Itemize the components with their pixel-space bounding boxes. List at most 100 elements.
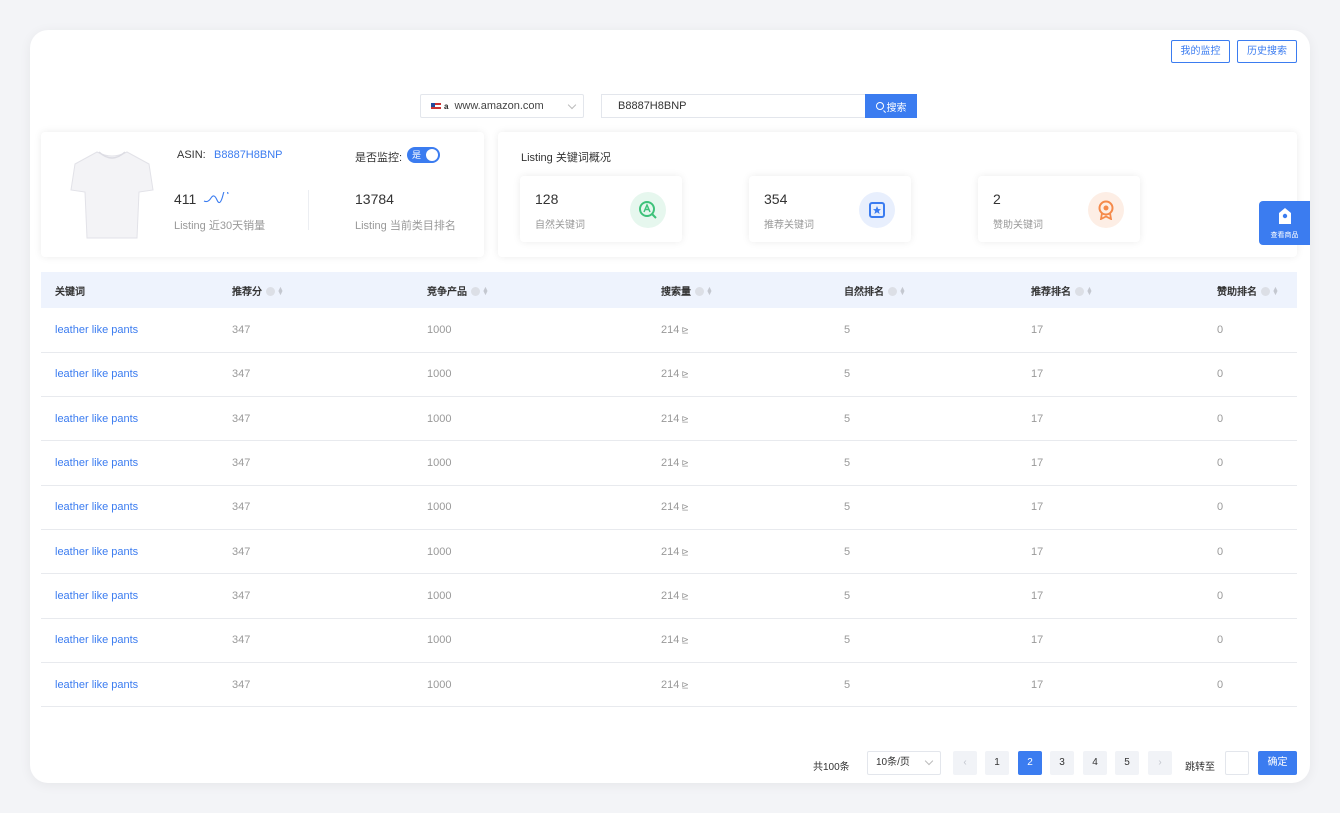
natural-keyword-card[interactable]: 128 自然关键词 [520, 176, 682, 242]
cell-recommend-rank: 17 [1031, 412, 1044, 425]
sponsored-keyword-value: 2 [993, 191, 1001, 207]
chart-trend-icon[interactable]: ⊵ [681, 591, 689, 601]
sponsored-keyword-label: 赞助关键词 [993, 220, 1043, 231]
search-volume-value: 214 [661, 412, 680, 425]
table-row: leather like pants 347 1000 214 ⊵ 5 17 0 [41, 397, 1297, 441]
search-volume-value: 214 [661, 589, 680, 602]
next-page-button[interactable]: › [1148, 751, 1172, 775]
prev-page-button[interactable]: ‹ [953, 751, 977, 775]
search-volume-value: 214 [661, 368, 680, 381]
cell-sponsored-rank: 0 [1217, 323, 1224, 336]
table-body: leather like pants 347 1000 214 ⊵ 5 17 0 leather… [41, 308, 1297, 707]
chart-trend-icon[interactable]: ⊵ [681, 414, 689, 424]
cell-competing-products: 1000 [427, 323, 452, 336]
search-input[interactable]: B8887H8BNP [601, 94, 867, 118]
cell-keyword[interactable]: leather like pants [41, 308, 218, 352]
asin-link[interactable]: B8887H8BNP [214, 149, 283, 161]
pagination-total: 共100条 [813, 762, 850, 773]
cell-recommend-score: 347 [232, 678, 251, 691]
sort-icon[interactable]: ▲ ▼ [899, 286, 906, 297]
sort-icon[interactable]: ▲ ▼ [1272, 286, 1279, 297]
cell-recommend-score: 347 [232, 412, 251, 425]
sales-label: Listing 近30天销量 [174, 220, 266, 232]
sort-icon[interactable]: ▲ ▼ [482, 286, 489, 297]
search-volume-value: 214 [661, 323, 680, 336]
amazon-logo-icon: a [444, 101, 449, 111]
cell-natural-rank: 5 [844, 501, 851, 514]
jump-page-input[interactable] [1225, 751, 1249, 775]
table-row: leather like pants 347 1000 214 ⊵ 5 17 0 [41, 441, 1297, 486]
page-size-select[interactable]: 10条/页 [867, 751, 941, 775]
column-natural-rank[interactable]: 自然排名 ▲ ▼ [830, 272, 1017, 308]
cell-recommend-rank: 17 [1031, 457, 1044, 470]
confirm-button[interactable]: 确定 [1258, 751, 1297, 775]
page-button-1[interactable]: 1 [985, 751, 1009, 775]
view-product-button[interactable]: 查看商品 [1259, 201, 1310, 245]
cell-sponsored-rank: 0 [1217, 545, 1224, 558]
chart-trend-icon[interactable]: ⊵ [681, 325, 689, 335]
cell-recommend-score: 347 [232, 457, 251, 470]
sales-trend-icon[interactable] [203, 192, 229, 204]
help-icon[interactable] [266, 287, 275, 297]
cell-search-volume: 214 ⊵ [647, 352, 830, 396]
recommended-keyword-card[interactable]: 354 推荐关键词 [749, 176, 911, 242]
help-icon[interactable] [1075, 287, 1084, 297]
chart-trend-icon[interactable]: ⊵ [681, 369, 689, 379]
sort-icon[interactable]: ▲ ▼ [1086, 286, 1093, 297]
cell-keyword[interactable]: leather like pants [41, 662, 218, 706]
cell-natural-rank: 5 [844, 368, 851, 381]
column-recommend-score[interactable]: 推荐分 ▲ ▼ [218, 272, 413, 308]
cell-natural-rank: 5 [844, 678, 851, 691]
column-recommend-rank[interactable]: 推荐排名 ▲ ▼ [1017, 272, 1203, 308]
search-button[interactable]: 搜索 [865, 94, 917, 118]
sales-value: 411 [174, 191, 197, 207]
cell-competing-products: 1000 [427, 412, 452, 425]
cell-keyword[interactable]: leather like pants [41, 441, 218, 485]
cell-keyword[interactable]: leather like pants [41, 485, 218, 529]
site-select-value: www.amazon.com [454, 100, 544, 112]
cell-sponsored-rank: 0 [1217, 412, 1224, 425]
column-sponsored-rank[interactable]: 赞助排名 ▲ ▼ [1203, 272, 1297, 308]
cell-search-volume: 214 ⊵ [647, 397, 830, 441]
chart-trend-icon[interactable]: ⊵ [681, 547, 689, 557]
cell-keyword[interactable]: leather like pants [41, 397, 218, 441]
page-button-2[interactable]: 2 [1018, 751, 1042, 775]
help-icon[interactable] [1261, 287, 1270, 297]
cell-natural-rank: 5 [844, 412, 851, 425]
search-volume-value: 214 [661, 634, 680, 647]
chart-trend-icon[interactable]: ⊵ [681, 502, 689, 512]
cell-recommend-rank: 17 [1031, 501, 1044, 514]
sort-icon[interactable]: ▲ ▼ [277, 286, 284, 297]
chart-trend-icon[interactable]: ⊵ [681, 635, 689, 645]
column-search-volume[interactable]: 搜索量 ▲ ▼ [647, 272, 830, 308]
help-icon[interactable] [695, 287, 704, 297]
page-button-4[interactable]: 4 [1083, 751, 1107, 775]
cell-recommend-rank: 17 [1031, 368, 1044, 381]
help-icon[interactable] [471, 287, 480, 297]
help-icon[interactable] [888, 287, 897, 297]
history-search-button[interactable]: 历史搜索 [1237, 40, 1297, 63]
product-tag-icon [1278, 208, 1291, 224]
site-select[interactable]: a www.amazon.com [420, 94, 584, 118]
cell-sponsored-rank: 0 [1217, 501, 1224, 514]
monitor-toggle[interactable]: 是 [407, 147, 440, 163]
my-monitor-button[interactable]: 我的监控 [1171, 40, 1230, 63]
column-competing-products[interactable]: 竞争产品 ▲ ▼ [413, 272, 647, 308]
sort-icon[interactable]: ▲ ▼ [706, 286, 713, 297]
cell-keyword[interactable]: leather like pants [41, 574, 218, 618]
cell-search-volume: 214 ⊵ [647, 441, 830, 485]
chart-trend-icon[interactable]: ⊵ [681, 458, 689, 468]
cell-competing-products: 1000 [427, 457, 452, 470]
page-button-5[interactable]: 5 [1115, 751, 1139, 775]
cell-keyword[interactable]: leather like pants [41, 529, 218, 573]
cell-competing-products: 1000 [427, 501, 452, 514]
cell-recommend-rank: 17 [1031, 678, 1044, 691]
us-flag-icon [431, 103, 441, 109]
search-volume-value: 214 [661, 457, 680, 470]
cell-keyword[interactable]: leather like pants [41, 618, 218, 662]
cell-recommend-score: 347 [232, 589, 251, 602]
page-button-3[interactable]: 3 [1050, 751, 1074, 775]
chart-trend-icon[interactable]: ⊵ [681, 680, 689, 690]
sponsored-keyword-card[interactable]: 2 赞助关键词 [978, 176, 1140, 242]
cell-keyword[interactable]: leather like pants [41, 352, 218, 396]
